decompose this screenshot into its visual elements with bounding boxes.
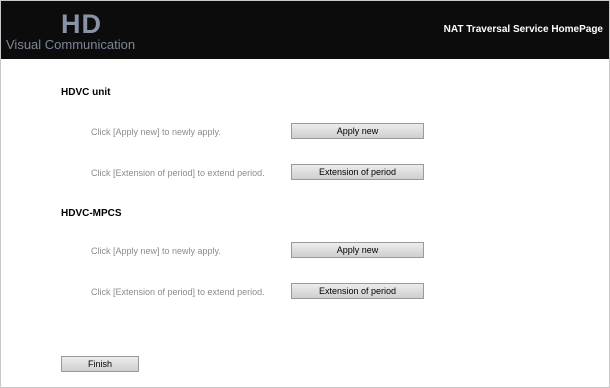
page-title: NAT Traversal Service HomePage (443, 24, 603, 35)
hd-logo: HD (61, 9, 102, 39)
hdvc-unit-extension-button[interactable]: Extension of period (291, 164, 424, 180)
page-frame: HD Visual Communication NAT Traversal Se… (0, 0, 610, 388)
header-bar: HD Visual Communication NAT Traversal Se… (1, 1, 609, 59)
finish-button[interactable]: Finish (61, 356, 139, 372)
section-title-hdvc-unit: HDVC unit (61, 87, 111, 98)
apply-new-instruction: Click [Apply new] to newly apply. (91, 127, 221, 137)
section-title-hdvc-mpcs: HDVC-MPCS (61, 208, 122, 219)
hdvc-mpcs-extension-button[interactable]: Extension of period (291, 283, 424, 299)
hdvc-mpcs-apply-new-button[interactable]: Apply new (291, 242, 424, 258)
extension-instruction: Click [Extension of period] to extend pe… (91, 168, 265, 178)
extension-instruction: Click [Extension of period] to extend pe… (91, 287, 265, 297)
hdvc-unit-apply-new-button[interactable]: Apply new (291, 123, 424, 139)
logo-caption: Visual Communication (6, 37, 136, 52)
apply-new-instruction: Click [Apply new] to newly apply. (91, 246, 221, 256)
